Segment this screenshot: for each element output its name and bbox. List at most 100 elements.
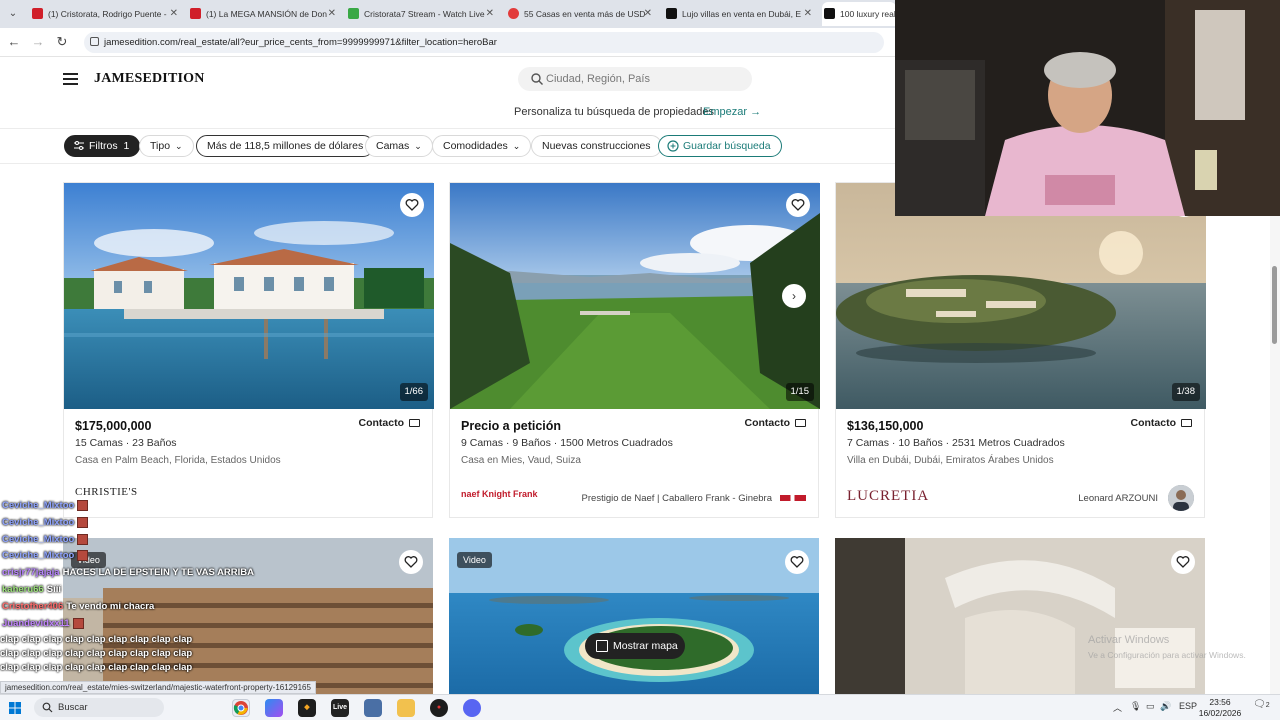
- contact-button[interactable]: Contacto: [745, 417, 806, 429]
- favorite-heart-icon[interactable]: [786, 193, 810, 217]
- chat-message: Juandevidxx11: [2, 618, 84, 629]
- network-icon[interactable]: ▭: [1146, 701, 1155, 712]
- price-filter[interactable]: Más de 118,5 millones de dólares: [196, 135, 375, 157]
- favorite-heart-icon[interactable]: [785, 550, 809, 574]
- chat-clap-line: clap clap clap clap clap clap clap clap …: [0, 648, 193, 659]
- hamburger-menu-icon[interactable]: [63, 73, 78, 85]
- listing-card[interactable]: Video: [63, 538, 433, 698]
- listing-photo[interactable]: 1/38: [836, 183, 1206, 409]
- back-arrow-icon[interactable]: ←: [6, 34, 22, 50]
- page-scrollbar[interactable]: [1270, 216, 1280, 694]
- agent-avatar[interactable]: [1168, 485, 1194, 511]
- chevron-down-icon: ⌄: [512, 141, 521, 151]
- listing-location: Villa en Dubái, Dubái, Emiratos Árabes U…: [847, 455, 1054, 466]
- beds-dropdown[interactable]: Camas ⌄: [365, 135, 433, 157]
- start-link[interactable]: Empezar →: [703, 106, 761, 118]
- listing-card[interactable]: 1/66 $175,000,000 Contacto 15 Camas · 23…: [63, 182, 434, 518]
- save-search-button[interactable]: Guardar búsqueda: [658, 135, 782, 157]
- filters-count: 1: [123, 140, 130, 152]
- browser-tab[interactable]: (1) La MEGA MANSIÓN de Don ✕: [188, 2, 340, 26]
- type-dropdown[interactable]: Tipo ⌄: [139, 135, 194, 157]
- show-map-button[interactable]: Mostrar mapa: [585, 633, 685, 659]
- discord-icon[interactable]: [463, 699, 481, 717]
- windows-taskbar: Buscar ◆ Live ● ︿ 🎙 ▭ 🔊 ESP 23:56 16/02/…: [0, 694, 1280, 720]
- filters-button[interactable]: Filtros 1: [64, 135, 141, 157]
- site-logo[interactable]: JAMESEDITION: [94, 71, 205, 87]
- forward-arrow-icon[interactable]: →: [30, 34, 46, 50]
- volume-icon[interactable]: 🔊: [1160, 701, 1171, 712]
- listing-location: Casa en Palm Beach, Florida, Estados Uni…: [75, 455, 281, 466]
- live-app-icon[interactable]: Live: [331, 699, 349, 717]
- chrome-icon[interactable]: [232, 699, 250, 717]
- copilot-icon[interactable]: [265, 699, 283, 717]
- photo-counter: 1/15: [785, 383, 814, 401]
- file-explorer-icon[interactable]: [397, 699, 415, 717]
- agency-logo[interactable]: naef Knight Frank: [461, 489, 538, 513]
- obs-icon[interactable]: ●: [430, 699, 448, 717]
- windows-start-icon[interactable]: [9, 702, 21, 714]
- island-villa-photo: [836, 183, 1206, 409]
- taskbar-clock[interactable]: 23:56 16/02/2026: [1196, 697, 1244, 719]
- tab-search-icon[interactable]: ⌄: [6, 7, 20, 21]
- windows-activation-subtitle: Ve a Configuración para activar Windows.: [1088, 650, 1246, 660]
- youtube-icon: [32, 8, 43, 19]
- search-plus-icon: [667, 140, 679, 152]
- browser-tab[interactable]: Cristorata7 Stream - Watch Live ✕: [346, 2, 498, 26]
- close-icon[interactable]: ✕: [486, 2, 494, 26]
- language-indicator[interactable]: ESP: [1179, 701, 1197, 711]
- browser-tab[interactable]: (1) Cristorata, Rodrigo Puente - ✕: [30, 2, 182, 26]
- notification-icon[interactable]: 🗨2: [1253, 699, 1270, 710]
- close-icon[interactable]: ✕: [644, 2, 652, 26]
- contact-button[interactable]: Contacto: [1131, 417, 1192, 429]
- new-construction-filter[interactable]: Nuevas construcciones: [531, 135, 662, 157]
- microphone-icon[interactable]: 🎙: [1130, 701, 1141, 712]
- jamesedition-icon: [824, 8, 835, 19]
- next-photo-chevron-icon[interactable]: ›: [782, 284, 806, 308]
- app-icon[interactable]: [364, 699, 382, 717]
- site-info-icon[interactable]: [90, 37, 99, 46]
- amenities-label: Comodidades: [443, 140, 508, 152]
- browser-tab[interactable]: Lujo villas en venta en Dubái, E ✕: [664, 2, 816, 26]
- listing-card[interactable]: Video: [449, 538, 819, 698]
- search-input[interactable]: [546, 70, 746, 88]
- favorite-heart-icon[interactable]: [399, 550, 423, 574]
- listing-price: $175,000,000: [75, 419, 152, 433]
- browser-tab-active[interactable]: 100 luxury real: [822, 2, 896, 26]
- app-icon[interactable]: ◆: [298, 699, 316, 717]
- reload-icon[interactable]: ↻: [54, 34, 70, 50]
- listing-card[interactable]: › 1/15 Precio a petición Contacto 9 Cama…: [449, 182, 820, 518]
- taskbar-search[interactable]: Buscar: [34, 698, 164, 717]
- close-icon[interactable]: ✕: [804, 2, 812, 26]
- agency-logo[interactable]: LUCRETIA: [847, 488, 929, 512]
- chat-message: Ceviche_Mixtoo: [2, 550, 89, 561]
- agency-name: naef Knight Frank: [461, 489, 538, 499]
- listing-card[interactable]: [835, 538, 1205, 698]
- scrollbar-thumb[interactable]: [1272, 266, 1277, 344]
- listing-photo[interactable]: 1/66: [64, 183, 434, 409]
- streamer-webcam: [895, 0, 1280, 216]
- tray-chevron-up-icon[interactable]: ︿: [1113, 701, 1122, 714]
- listing-specs: 15 Camas · 23 Baños: [75, 437, 177, 449]
- search-icon: [531, 73, 543, 85]
- map-icon: [596, 640, 608, 652]
- emote-icon: [77, 517, 89, 528]
- browser-tab[interactable]: 55 Casas en venta más de USD ✕: [506, 2, 656, 26]
- tab-title: (1) La MEGA MANSIÓN de Don: [206, 9, 327, 19]
- favorite-heart-icon[interactable]: [400, 193, 424, 217]
- mail-icon: [1181, 419, 1192, 427]
- jamesedition-icon: [666, 8, 677, 19]
- address-bar[interactable]: jamesedition.com/real_estate/all?eur_pri…: [84, 32, 884, 53]
- close-icon[interactable]: ✕: [170, 2, 178, 26]
- close-icon[interactable]: ✕: [328, 2, 336, 26]
- tab-title: 55 Casas en venta más de USD: [524, 9, 646, 19]
- filter-bar: Filtros 1 Tipo ⌄ Más de 118,5 millones de…: [0, 128, 895, 164]
- new-construction-label: Nuevas construcciones: [542, 140, 651, 152]
- favorite-heart-icon[interactable]: [1171, 550, 1195, 574]
- emote-icon: [77, 534, 89, 545]
- contact-button[interactable]: Contacto: [359, 417, 420, 429]
- amenities-dropdown[interactable]: Comodidades ⌄: [432, 135, 532, 157]
- location-search[interactable]: [518, 67, 752, 91]
- listing-card[interactable]: 1/38 $136,150,000 Contacto 7 Camas · 10 …: [835, 182, 1206, 518]
- listing-price: $136,150,000: [847, 419, 924, 433]
- listing-photo[interactable]: › 1/15: [450, 183, 820, 409]
